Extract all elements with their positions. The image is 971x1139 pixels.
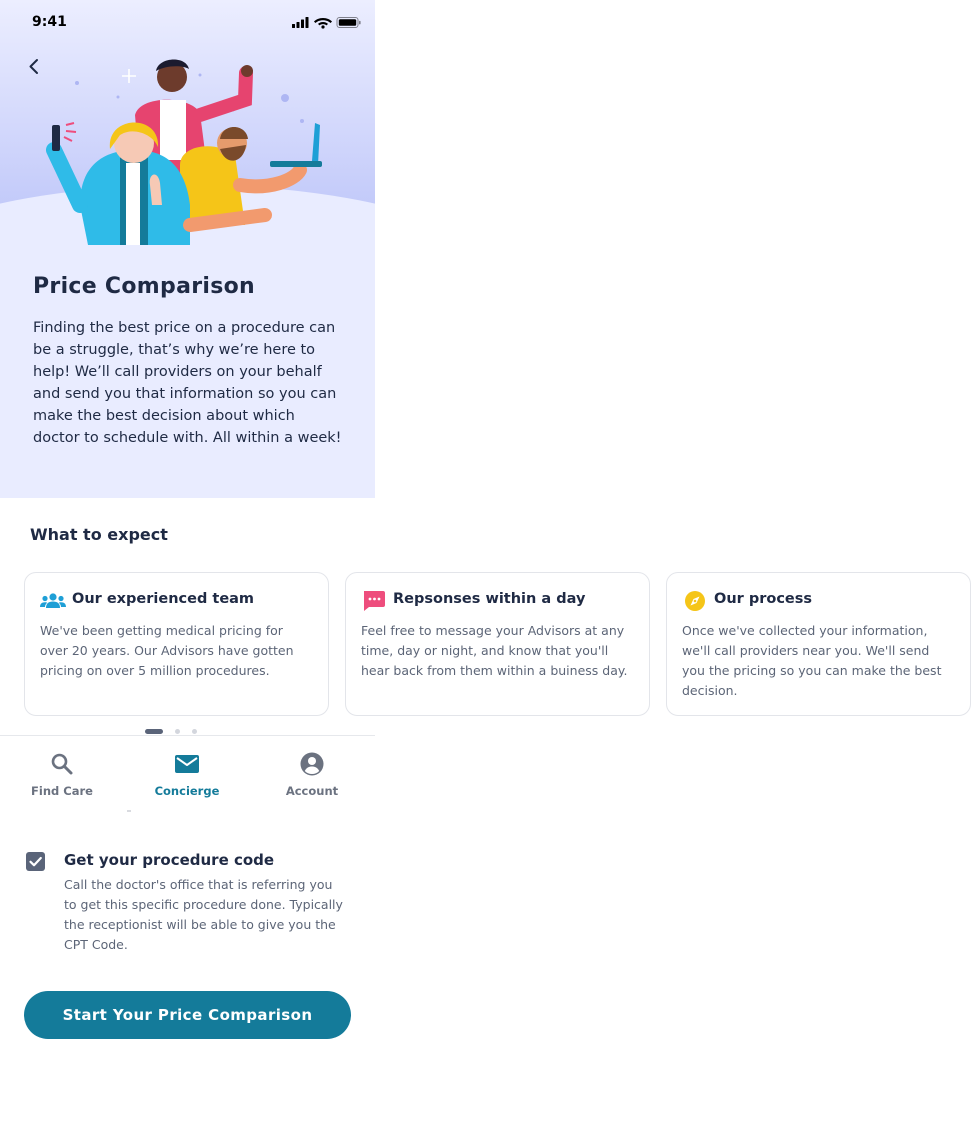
account-icon <box>300 752 324 776</box>
pager-dot[interactable] <box>192 729 197 734</box>
tab-label: Find Care <box>31 784 93 798</box>
procedure-step-body: Call the doctor's office that is referri… <box>64 877 343 952</box>
tab-label: Account <box>285 784 339 798</box>
info-card-responses[interactable]: Repsonses within a day Feel free to mess… <box>345 572 650 716</box>
page-description: Finding the best price on a procedure ca… <box>33 320 342 446</box>
card-body: We've been getting medical pricing for o… <box>40 623 294 678</box>
pager-dot[interactable] <box>175 729 180 734</box>
signal-icon <box>292 17 309 28</box>
compass-icon <box>685 591 705 611</box>
divider <box>127 810 131 812</box>
team-illustration <box>46 59 322 245</box>
tab-find-care[interactable]: Find Care <box>12 736 112 814</box>
procedure-step-title: Get your procedure code <box>64 851 275 869</box>
checkmark-icon <box>29 856 42 867</box>
start-price-comparison-button[interactable]: Start Your Price Comparison <box>24 991 351 1039</box>
section-heading: What to expect <box>30 525 168 544</box>
page-title: Price Comparison <box>33 274 255 299</box>
card-body: Once we've collected your information, w… <box>682 623 942 698</box>
team-icon <box>40 593 66 608</box>
chat-icon <box>364 591 385 611</box>
info-card-team[interactable]: Our experienced team We've been getting … <box>24 572 329 716</box>
battery-icon <box>336 17 361 28</box>
card-title: Our process <box>714 591 813 607</box>
status-icons <box>292 17 361 29</box>
search-icon <box>51 753 73 775</box>
tab-bar: Find Care Concierge Account <box>0 735 375 813</box>
tab-label: Concierge <box>154 784 220 798</box>
wifi-icon <box>314 18 332 29</box>
card-title: Repsonses within a day <box>393 591 586 607</box>
pager-dot-active[interactable] <box>145 729 163 734</box>
hero-section: 9:41 Price Comparison Finding the best p… <box>0 0 375 498</box>
card-title: Our experienced team <box>72 591 255 607</box>
procedure-code-checkbox[interactable] <box>26 852 45 871</box>
mail-icon <box>175 755 199 773</box>
tab-account[interactable]: Account <box>262 736 362 814</box>
tab-concierge[interactable]: Concierge <box>137 736 237 814</box>
info-card-process[interactable]: Our process Once we've collected your in… <box>666 572 971 716</box>
status-time: 9:41 <box>32 14 67 30</box>
card-body: Feel free to message your Advisors at an… <box>361 623 628 678</box>
